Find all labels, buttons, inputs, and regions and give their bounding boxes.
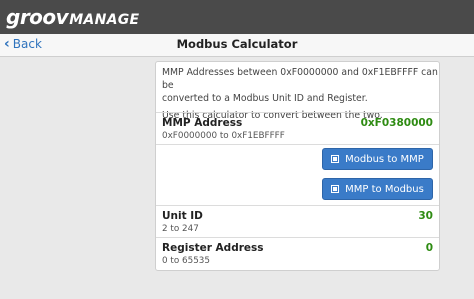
mmp-address-label: MMP Address <box>162 117 243 129</box>
square-icon <box>331 155 340 163</box>
mmp-to-modbus-label: MMP to Modbus <box>345 183 424 195</box>
divider <box>156 237 439 238</box>
intro-text: MMP Addresses between 0xF0000000 and 0xF… <box>162 66 445 122</box>
register-address-value[interactable]: 0 <box>426 242 433 254</box>
groov-manage-logo: groov MANAGE <box>6 5 139 29</box>
intro-line-1: MMP Addresses between 0xF0000000 and 0xF… <box>162 67 438 91</box>
divider <box>156 144 439 145</box>
square-icon <box>331 185 340 193</box>
unit-id-value[interactable]: 30 <box>418 210 433 222</box>
modbus-calculator-card: MMP Addresses between 0xF0000000 and 0xF… <box>155 61 440 271</box>
page-title: Modbus Calculator <box>176 37 298 51</box>
register-address-range: 0 to 65535 <box>162 256 211 266</box>
divider <box>156 112 439 113</box>
top-bar: groov MANAGE <box>0 0 474 34</box>
register-address-label: Register Address <box>162 242 264 254</box>
divider <box>156 205 439 206</box>
logo-groov-text: groov <box>6 5 69 29</box>
modbus-to-mmp-label: Modbus to MMP <box>345 153 424 165</box>
modbus-to-mmp-button[interactable]: Modbus to MMP <box>322 148 433 170</box>
mmp-address-range: 0xF0000000 to 0xF1EBFFFF <box>162 131 285 141</box>
mmp-address-value[interactable]: 0xF0380000 <box>361 117 433 129</box>
logo-manage-text: MANAGE <box>69 12 140 28</box>
nav-bar: ‹ Back Modbus Calculator <box>0 34 474 57</box>
intro-line-2: converted to a Modbus Unit ID and Regist… <box>162 93 368 104</box>
unit-id-label: Unit ID <box>162 210 203 222</box>
unit-id-range: 2 to 247 <box>162 224 199 234</box>
mmp-to-modbus-button[interactable]: MMP to Modbus <box>322 178 433 200</box>
